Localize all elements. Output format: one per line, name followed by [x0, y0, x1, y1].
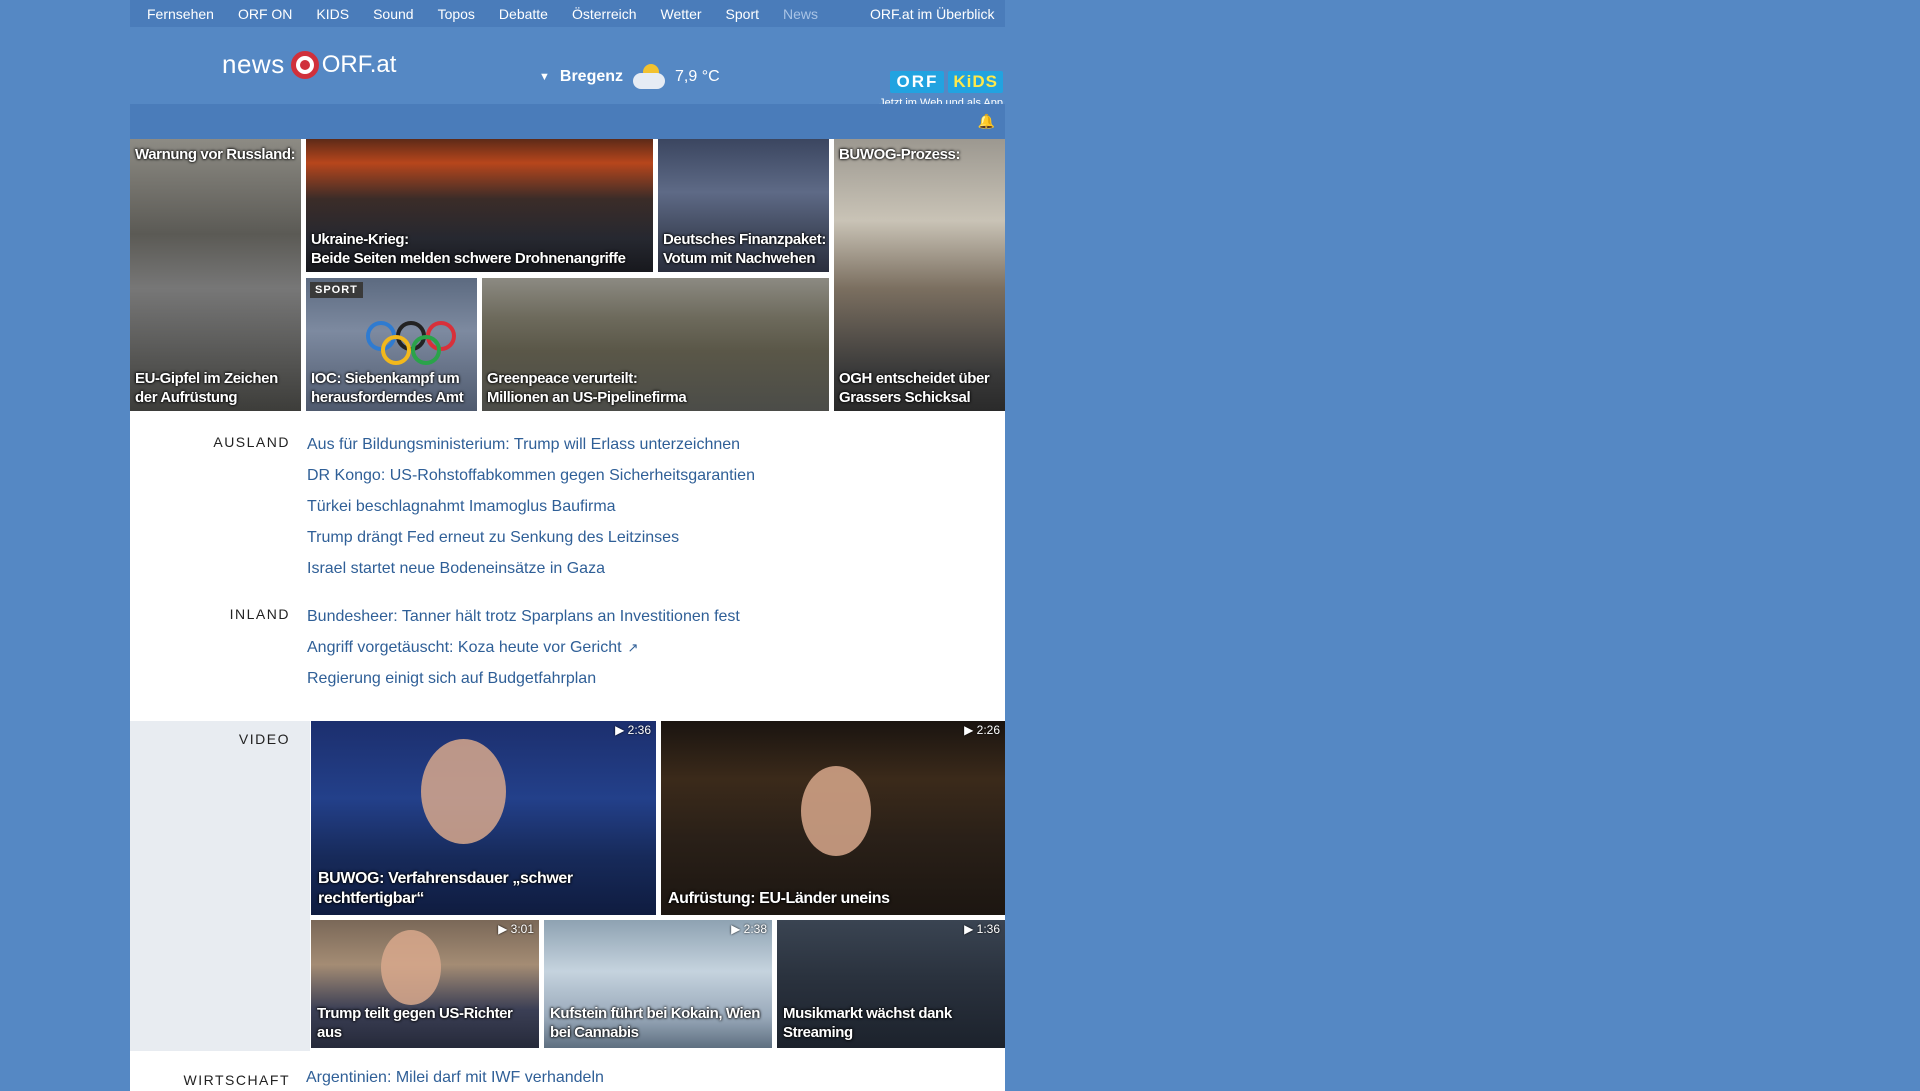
video-duration: ▶ 2:26 — [964, 723, 1000, 737]
video-duration: ▶ 1:36 — [964, 922, 1000, 936]
video-title: Trump teilt gegen US-Richter aus — [317, 1005, 513, 1041]
video-teaser[interactable]: ▶ 2:36 BUWOG: Verfahrensdauer „schwer re… — [311, 721, 656, 915]
video-title: Musikmarkt wächst dank Streaming — [783, 1005, 952, 1041]
video-teaser[interactable]: ▶ 2:38 Kufstein führt bei Kokain, Wien b… — [544, 920, 772, 1048]
weather-widget[interactable]: ▼ Bregenz 7,9 °C — [539, 62, 720, 92]
teaser-ioc-title: IOC: Siebenkampf um herausforderndes Amt — [311, 370, 464, 406]
top-teasers: Warnung vor Russland: EU-Gipfel im Zeich… — [130, 139, 1005, 411]
nav-debatte[interactable]: Debatte — [499, 6, 548, 22]
top-navigation: Fernsehen ORF ON KIDS Sound Topos Debatt… — [130, 0, 1005, 27]
section-label-wirtschaft: WIRTSCHAFT — [183, 1072, 290, 1088]
section-inland: INLAND Bundesheer: Tanner hält trotz Spa… — [130, 601, 1005, 694]
section-wirtschaft: WIRTSCHAFT Argentinien: Milei darf mit I… — [130, 1051, 1005, 1091]
caret-down-icon: ▼ — [539, 71, 550, 83]
nav-kids[interactable]: KIDS — [316, 6, 349, 22]
nav-sport[interactable]: Sport — [726, 6, 759, 22]
teaser-russland[interactable]: Warnung vor Russland: EU-Gipfel im Zeich… — [130, 139, 301, 411]
news-link[interactable]: Türkei beschlagnahmt Imamoglus Baufirma — [307, 491, 755, 522]
teaser-ukraine-title: Ukraine-Krieg: Beide Seiten melden schwe… — [311, 231, 626, 267]
teaser-ukraine[interactable]: Ukraine-Krieg: Beide Seiten melden schwe… — [306, 139, 653, 272]
teaser-finanzpaket[interactable]: Deutsches Finanzpaket: Votum mit Nachweh… — [658, 139, 829, 272]
news-link[interactable]: Regierung einigt sich auf Budgetfahrplan — [307, 663, 740, 694]
teaser-greenpeace-title: Greenpeace verurteilt: Millionen an US-P… — [487, 370, 687, 406]
teaser-ioc[interactable]: SPORT IOC: Siebenkampf um herausfordernd… — [306, 278, 477, 411]
news-link[interactable]: Aus für Bildungsministerium: Trump will … — [307, 429, 755, 460]
news-link-external[interactable]: Angriff vorgetäuscht: Koza heute vor Ger… — [307, 632, 740, 663]
external-link-icon: ↗ — [627, 640, 639, 655]
news-link[interactable]: Bundesheer: Tanner hält trotz Sparplans … — [307, 601, 740, 632]
weather-city: Bregenz — [559, 68, 624, 85]
orf-ring-icon — [290, 50, 319, 79]
section-label-video: VIDEO — [238, 731, 290, 747]
nav-oesterreich[interactable]: Österreich — [572, 6, 637, 22]
orf-badge: ORF — [890, 71, 945, 93]
nav-fernsehen[interactable]: Fernsehen — [147, 6, 214, 22]
video-title: Kufstein führt bei Kokain, Wien bei Cann… — [550, 1005, 760, 1041]
video-duration: ▶ 2:36 — [615, 723, 651, 737]
site-header: news ORF.at ▼ Bregenz 7,9 °C ORF KiDS Je… — [130, 27, 1005, 109]
olympic-rings-icon — [366, 321, 456, 365]
notification-bar: 🔔 — [130, 104, 1005, 139]
video-title: BUWOG: Verfahrensdauer „schwer rechtfert… — [318, 870, 573, 907]
nav-sound[interactable]: Sound — [373, 6, 413, 22]
news-link[interactable]: Israel startet neue Bodeneinsätze in Gaz… — [307, 553, 755, 584]
logo-orfat-text: ORF.at — [321, 50, 397, 78]
video-duration: ▶ 2:38 — [731, 922, 767, 936]
news-lists: AUSLAND Aus für Bildungsministerium: Tru… — [130, 411, 1005, 721]
teaser-russland-title: EU-Gipfel im Zeichen der Aufrüstung — [135, 370, 278, 406]
section-label-ausland: AUSLAND — [213, 434, 290, 450]
teaser-greenpeace[interactable]: Greenpeace verurteilt: Millionen an US-P… — [482, 278, 829, 411]
teaser-buwog-kicker: BUWOG-Prozess: — [839, 146, 961, 163]
teaser-buwog[interactable]: BUWOG-Prozess: OGH entscheidet über Gras… — [834, 139, 1005, 411]
partly-cloudy-icon — [631, 62, 669, 92]
teaser-buwog-title: OGH entscheidet über Grassers Schicksal — [839, 370, 990, 406]
nav-topos[interactable]: Topos — [438, 6, 475, 22]
nav-news[interactable]: News — [783, 6, 818, 22]
teaser-finanzpaket-title: Deutsches Finanzpaket: Votum mit Nachweh… — [663, 231, 826, 267]
weather-temperature: 7,9 °C — [675, 68, 720, 85]
news-link[interactable]: Argentinien: Milei darf mit IWF verhande… — [306, 1069, 604, 1087]
teaser-russland-kicker: Warnung vor Russland: — [135, 146, 296, 163]
video-section: VIDEO ▶ 2:36 BUWOG: Verfahrensdauer „sch… — [130, 721, 1005, 1051]
section-label-inland: INLAND — [229, 606, 290, 622]
nav-orf-on[interactable]: ORF ON — [238, 6, 292, 22]
video-title: Aufrüstung: EU-Länder uneins — [668, 890, 890, 907]
bell-icon[interactable]: 🔔 — [978, 113, 995, 130]
nav-wetter[interactable]: Wetter — [661, 6, 702, 22]
kids-badge: KiDS — [948, 71, 1003, 93]
video-teaser[interactable]: ▶ 3:01 Trump teilt gegen US-Richter aus — [311, 920, 539, 1048]
video-teaser[interactable]: ▶ 1:36 Musikmarkt wächst dank Streaming — [777, 920, 1005, 1048]
news-link[interactable]: DR Kongo: US-Rohstoffabkommen gegen Sich… — [307, 460, 755, 491]
sport-tag: SPORT — [310, 282, 363, 298]
news-orf-logo[interactable]: news ORF.at — [222, 49, 396, 80]
video-duration: ▶ 3:01 — [498, 922, 534, 936]
nav-orf-overview[interactable]: ORF.at im Überblick — [870, 6, 994, 22]
logo-news-text: news — [222, 49, 285, 79]
video-teaser[interactable]: ▶ 2:26 Aufrüstung: EU-Länder uneins — [661, 721, 1005, 915]
section-ausland: AUSLAND Aus für Bildungsministerium: Tru… — [130, 429, 1005, 584]
news-link[interactable]: Trump drängt Fed erneut zu Senkung des L… — [307, 522, 755, 553]
page: Fernsehen ORF ON KIDS Sound Topos Debatt… — [130, 0, 1005, 1091]
